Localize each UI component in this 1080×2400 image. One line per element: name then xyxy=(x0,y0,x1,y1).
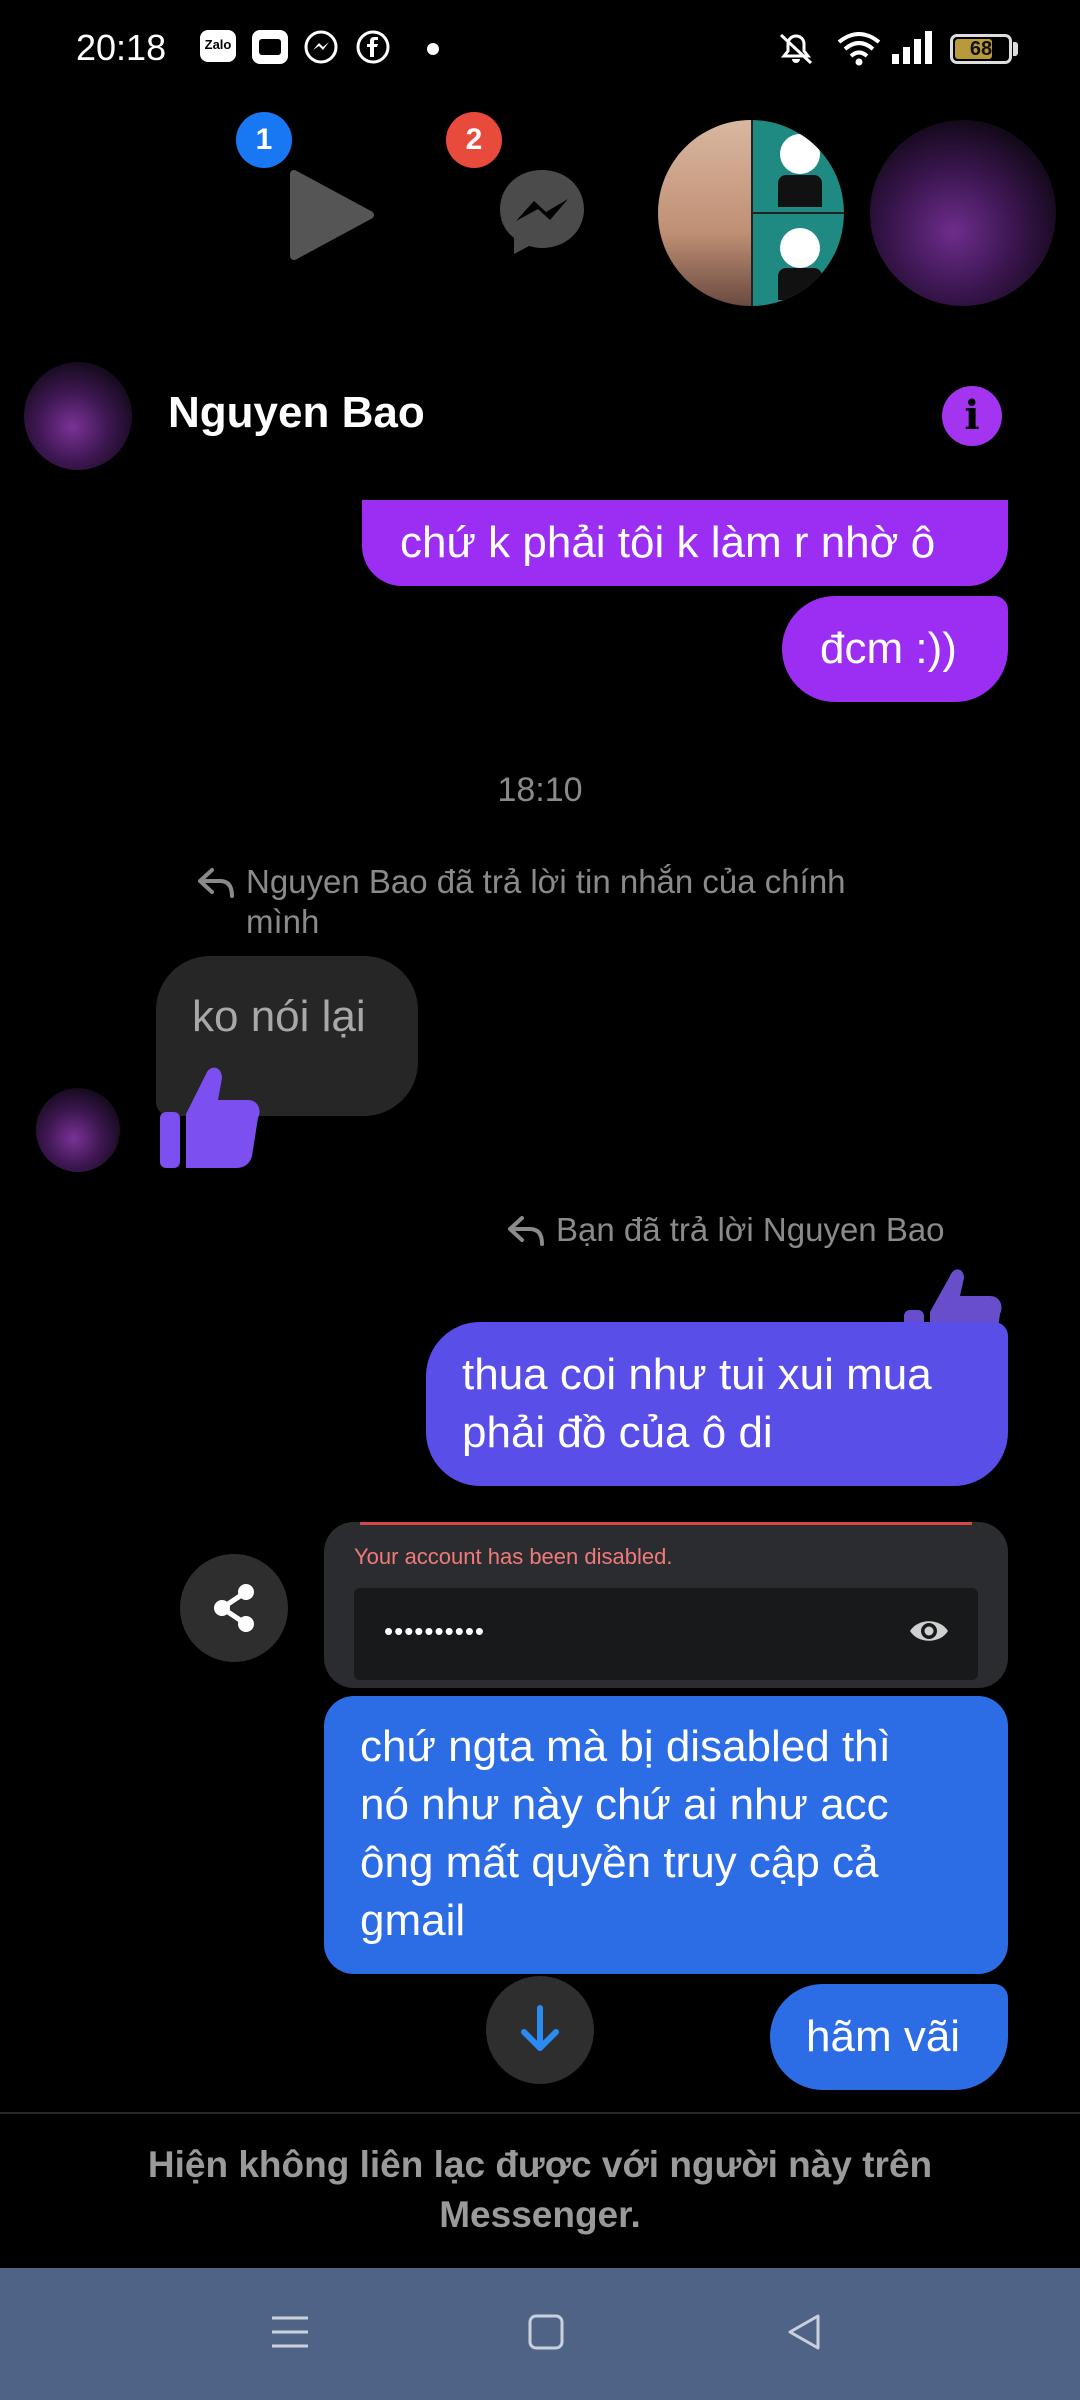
message-text: ko nói lại xyxy=(192,992,366,1041)
thumbs-up-icon[interactable] xyxy=(156,1060,266,1172)
battery-icon: 68 xyxy=(950,34,1012,64)
home-icon[interactable] xyxy=(526,2312,566,2352)
message-bubble-sent[interactable]: chứ k phải tôi k làm r nhờ ô xyxy=(362,500,1008,586)
reply-note: Nguyen Bao đã trả lời tin nhắn của chính… xyxy=(246,863,846,940)
reply-arrow-icon xyxy=(508,1216,544,1246)
menu-icon[interactable] xyxy=(268,2312,312,2352)
message-text: đcm :)) xyxy=(820,624,957,673)
reply-arrow-icon xyxy=(198,868,234,898)
facebook-icon xyxy=(356,30,390,64)
reply-note: Bạn đã trả lời Nguyen Bao xyxy=(556,1211,945,1248)
wifi-icon xyxy=(837,32,881,66)
app-icon xyxy=(252,30,288,64)
arrow-down-icon xyxy=(521,2005,559,2051)
unavailable-notice-line: Messenger. xyxy=(439,2194,641,2235)
battery-level: 68 xyxy=(969,38,993,60)
unavailable-notice: Hiện không liên lạc được với người này t… xyxy=(80,2140,1000,2240)
message-timestamp: 18:10 xyxy=(497,771,583,809)
play-icon[interactable] xyxy=(284,170,374,260)
message-text: chứ k phải tôi k làm r nhờ ô xyxy=(400,518,936,567)
message-bubble-sent[interactable]: thua coi như tui xui mua phải đồ của ô d… xyxy=(426,1322,1008,1486)
scroll-to-bottom-button[interactable] xyxy=(486,1976,594,2084)
signal-icon xyxy=(892,31,932,64)
contact-chat-head-avatar[interactable] xyxy=(870,120,1056,306)
password-field: •••••••••• xyxy=(354,1588,978,1680)
message-text-line: chứ ngta mà bị disabled thì xyxy=(360,1722,891,1771)
share-icon xyxy=(214,1584,254,1632)
divider xyxy=(0,2112,1080,2114)
message-text-line: nó như này chứ ai như acc xyxy=(360,1780,889,1829)
more-notifications-dot xyxy=(427,43,439,55)
info-icon[interactable]: i xyxy=(942,386,1002,446)
attachment-error-text: Your account has been disabled. xyxy=(354,1544,673,1569)
password-value: •••••••••• xyxy=(384,1616,486,1646)
message-bubble-sent[interactable]: hãm vãi xyxy=(770,1984,1008,2090)
status-time: 20:18 xyxy=(76,27,167,68)
message-bubble-sent[interactable]: chứ ngta mà bị disabled thì nó như này c… xyxy=(324,1696,1008,1974)
messenger-icon xyxy=(304,30,338,64)
badge-2: 2 xyxy=(446,112,502,168)
messenger-icon[interactable] xyxy=(496,166,588,258)
contact-name[interactable]: Nguyen Bao xyxy=(168,388,425,438)
image-attachment[interactable]: Your account has been disabled. ••••••••… xyxy=(324,1522,1008,1688)
message-text-line: phải đồ của ô di xyxy=(462,1408,773,1457)
message-text: hãm vãi xyxy=(806,2012,961,2061)
eye-icon xyxy=(910,1621,948,1641)
message-bubble-sent[interactable]: đcm :)) xyxy=(782,596,1008,702)
message-text-line: gmail xyxy=(360,1896,466,1945)
contact-avatar-small[interactable] xyxy=(36,1088,120,1172)
message-text-line: thua coi như tui xui mua xyxy=(462,1350,932,1399)
message-text-line: ông mất quyền truy cập cả xyxy=(360,1838,879,1887)
share-button[interactable] xyxy=(180,1554,288,1662)
group-chat-head-avatar[interactable] xyxy=(658,120,844,306)
unavailable-notice-line: Hiện không liên lạc được với người này t… xyxy=(147,2144,933,2185)
back-icon[interactable] xyxy=(784,2312,824,2352)
contact-avatar[interactable] xyxy=(24,362,132,470)
mute-icon xyxy=(779,33,813,65)
zalo-icon: Zalo xyxy=(200,30,236,62)
badge-1: 1 xyxy=(236,112,292,168)
